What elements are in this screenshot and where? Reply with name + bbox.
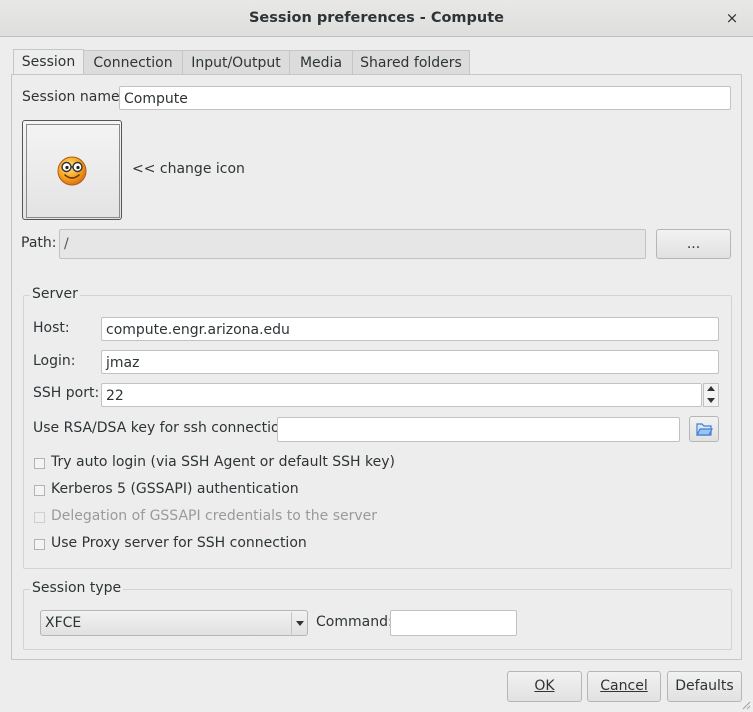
tab-connection-label: Connection [93, 55, 173, 71]
host-input[interactable]: compute.engr.arizona.edu [101, 317, 719, 341]
ssh-port-stepper[interactable] [703, 383, 719, 407]
ssh-key-input[interactable] [277, 417, 680, 442]
kerberos-checkbox[interactable] [34, 485, 45, 496]
session-name-label: Session name: [22, 89, 125, 105]
tab-connection[interactable]: Connection [83, 50, 183, 75]
server-group-title: Server [30, 286, 80, 302]
tab-shared-folders-label: Shared folders [360, 55, 462, 71]
window-title: Session preferences - Compute [248, 10, 504, 26]
ok-button[interactable]: OK [507, 671, 582, 702]
tab-media-label: Media [299, 55, 343, 71]
stepper-down-icon[interactable] [707, 398, 715, 403]
tab-input-output[interactable]: Input/Output [182, 50, 290, 75]
tab-session[interactable]: Session [13, 49, 84, 75]
command-label: Command: [316, 614, 393, 630]
ssh-port-label: SSH port: [33, 385, 100, 401]
ssh-key-browse-button[interactable] [689, 416, 719, 442]
chevron-down-icon [296, 621, 304, 626]
stepper-up-icon[interactable] [707, 386, 715, 391]
gssapi-delegation-label: Delegation of GSSAPI credentials to the … [51, 508, 378, 524]
defaults-button-label: Defaults [675, 678, 734, 694]
tab-session-label: Session [21, 54, 76, 70]
change-icon-button[interactable] [22, 120, 122, 220]
host-label: Host: [33, 320, 70, 336]
session-type-select[interactable]: XFCE [40, 610, 308, 636]
folder-open-icon [696, 423, 713, 436]
login-label: Login: [33, 353, 76, 369]
proxy-label: Use Proxy server for SSH connection [51, 535, 307, 551]
ssh-key-label: Use RSA/DSA key for ssh connection: [33, 420, 294, 436]
session-type-value: XFCE [45, 615, 82, 631]
ssh-port-input[interactable]: 22 [101, 383, 702, 407]
cancel-button-label: Cancel [600, 678, 648, 694]
kerberos-label: Kerberos 5 (GSSAPI) authentication [51, 481, 299, 497]
proxy-checkbox[interactable] [34, 539, 45, 550]
close-icon[interactable]: × [723, 9, 741, 27]
auto-login-label: Try auto login (via SSH Agent or default… [51, 454, 396, 470]
path-browse-button[interactable]: ... [656, 229, 731, 259]
cancel-button[interactable]: Cancel [587, 671, 661, 702]
path-input[interactable]: / [59, 229, 646, 259]
ok-button-label: OK [534, 678, 555, 694]
gssapi-delegation-checkbox[interactable] [34, 512, 45, 523]
login-input[interactable]: jmaz [101, 350, 719, 374]
defaults-button[interactable]: Defaults [667, 671, 742, 702]
change-icon-label: << change icon [132, 161, 245, 177]
path-browse-label: ... [686, 236, 701, 252]
session-type-group-title: Session type [30, 580, 124, 596]
tab-input-output-label: Input/Output [191, 55, 281, 71]
smiley-glasses-icon [57, 156, 87, 186]
session-name-input[interactable]: Compute [119, 86, 731, 110]
auto-login-checkbox[interactable] [34, 458, 45, 469]
resize-grip-icon[interactable] [741, 700, 751, 710]
tab-shared-folders[interactable]: Shared folders [352, 50, 470, 75]
tab-media[interactable]: Media [289, 50, 353, 75]
path-label: Path: [21, 235, 57, 251]
command-input[interactable] [390, 610, 517, 636]
